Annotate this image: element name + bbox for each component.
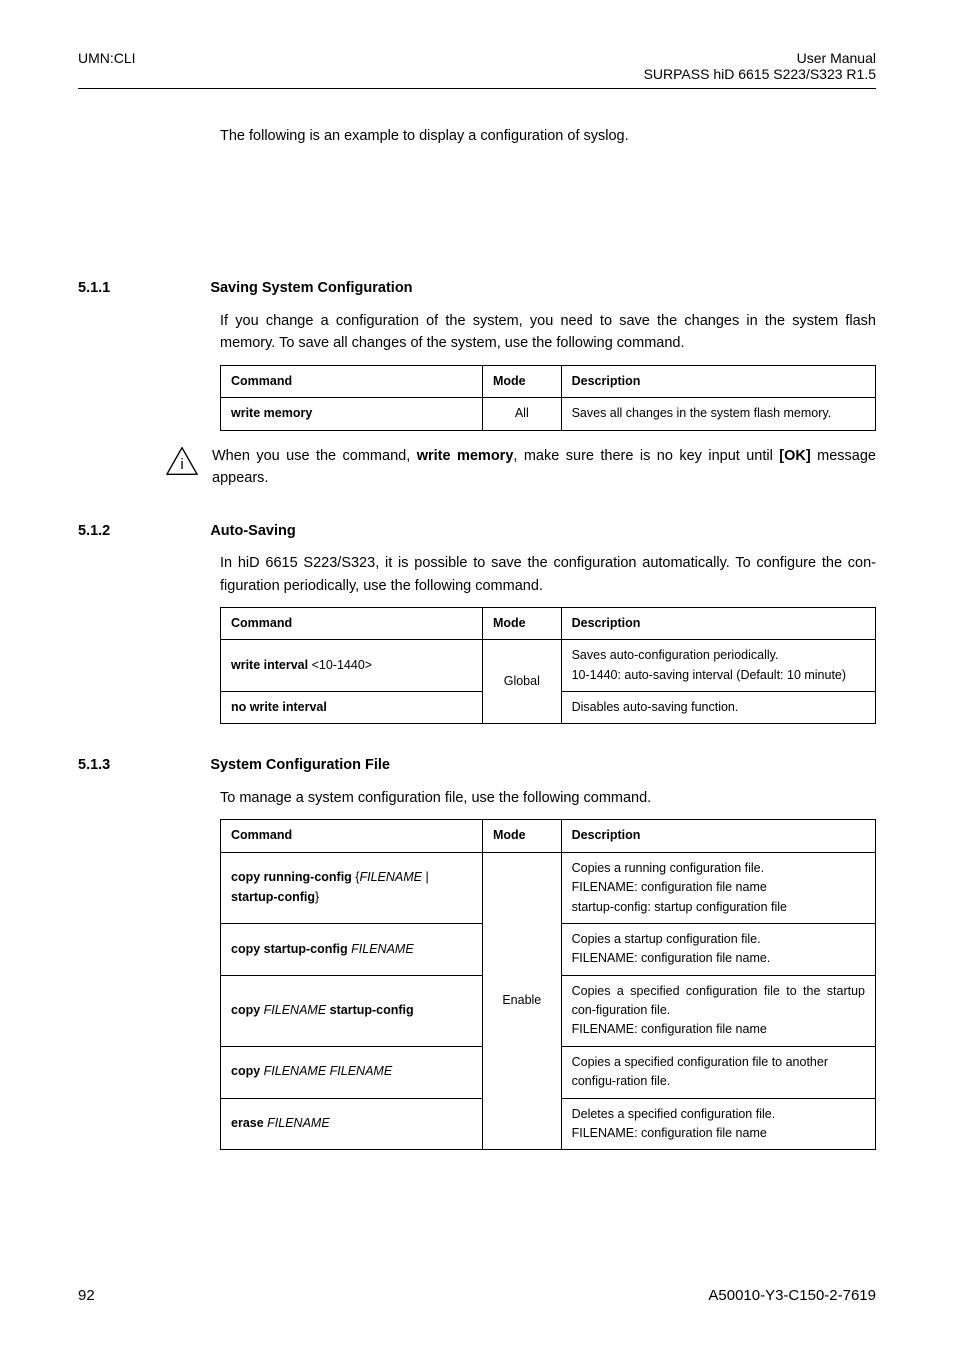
sec-save-para: If you change a configuration of the sys… <box>220 310 876 355</box>
td-cmd: copy FILENAME FILENAME <box>221 1046 483 1098</box>
r5d1: Deletes a specified configuration file. <box>572 1105 865 1124</box>
r5a: erase <box>231 1116 267 1130</box>
td-desc: Copies a specified configuration file to… <box>561 1046 875 1098</box>
note-ok: [OK] <box>779 448 810 464</box>
table-auto: Command Mode Description write interval … <box>220 607 876 725</box>
r1c: FILENAME <box>359 870 422 884</box>
table-file: Command Mode Description copy running-co… <box>220 819 876 1150</box>
sec-auto-para: In hiD 6615 S223/S323, it is possible to… <box>220 552 876 597</box>
td-desc: Saves all changes in the system flash me… <box>561 398 875 430</box>
td-mode: Global <box>483 640 562 724</box>
th-mode: Mode <box>483 607 562 639</box>
th-mode: Mode <box>483 365 562 397</box>
intro-example: The following is an example to display a… <box>220 125 876 147</box>
th-desc: Description <box>561 365 875 397</box>
cmd-b: <10-1440> <box>312 658 372 672</box>
table-save: Command Mode Description write memory Al… <box>220 365 876 431</box>
r2b: FILENAME <box>351 942 414 956</box>
note-cmd: write memory <box>417 448 514 464</box>
header-right-1: User Manual <box>644 50 876 66</box>
r3d2: FILENAME: configuration file name <box>572 1020 865 1039</box>
header-right-2: SURPASS hiD 6615 S223/S323 R1.5 <box>644 66 876 82</box>
sec-file-num: 5.1.3 <box>78 757 110 773</box>
th-desc: Description <box>561 607 875 639</box>
r4b: FILENAME FILENAME <box>264 1064 393 1078</box>
td-desc: Saves auto-configuration periodically. 1… <box>561 640 875 692</box>
td-cmd: no write interval <box>221 692 483 724</box>
r1d1: Copies a running configuration file. <box>572 859 865 878</box>
td-desc: Copies a startup configuration file. FIL… <box>561 923 875 975</box>
footer-page: 92 <box>78 1287 95 1304</box>
td-cmd: copy FILENAME startup-config <box>221 975 483 1046</box>
r2d2: FILENAME: configuration file name. <box>572 949 865 968</box>
r1a: copy running-config <box>231 870 355 884</box>
cmd-c: no write interval <box>231 700 327 714</box>
sec-save-title: Saving System Configuration <box>210 280 412 296</box>
th-command: Command <box>221 365 483 397</box>
r2d1: Copies a startup configuration file. <box>572 930 865 949</box>
th-command: Command <box>221 607 483 639</box>
sec-auto-title: Auto-Saving <box>210 523 295 539</box>
td-desc: Disables auto-saving function. <box>561 692 875 724</box>
cmd-text: write memory <box>231 406 312 420</box>
cmd-a: write interval <box>231 658 312 672</box>
td-cmd: write interval <10-1440> <box>221 640 483 692</box>
caution-icon: i <box>164 445 200 477</box>
th-mode: Mode <box>483 820 562 852</box>
td-cmd: copy startup-config FILENAME <box>221 923 483 975</box>
desc-b: 10-1440: auto-saving interval (Default: … <box>572 666 865 685</box>
r3d1: Copies a specified configuration file to… <box>572 982 865 1021</box>
th-desc: Description <box>561 820 875 852</box>
desc-a: Saves auto-configuration periodically. <box>572 646 865 665</box>
td-cmd: write memory <box>221 398 483 430</box>
r5b: FILENAME <box>267 1116 330 1130</box>
sec-save-num: 5.1.1 <box>78 280 110 296</box>
td-cmd: erase FILENAME <box>221 1098 483 1150</box>
r3b: FILENAME <box>264 1003 327 1017</box>
th-command: Command <box>221 820 483 852</box>
r4a: copy <box>231 1064 264 1078</box>
td-mode: Enable <box>483 852 562 1150</box>
td-desc: Copies a running configuration file. FIL… <box>561 852 875 923</box>
note-text: When you use the command, write memory, … <box>212 445 876 490</box>
sec-file-title: System Configuration File <box>210 757 390 773</box>
td-desc: Deletes a specified configuration file. … <box>561 1098 875 1150</box>
sec-file-para: To manage a system configuration file, u… <box>220 787 876 809</box>
sec-auto-num: 5.1.2 <box>78 523 110 539</box>
r1d3: startup-config: startup configuration fi… <box>572 898 865 917</box>
note-b: , make sure there is no key input until <box>513 448 779 464</box>
r1d2: FILENAME: configuration file name <box>572 878 865 897</box>
note-a: When you use the command, <box>212 448 417 464</box>
r5d2: FILENAME: configuration file name <box>572 1124 865 1143</box>
r3c: startup-config <box>326 1003 414 1017</box>
td-desc: Copies a specified configuration file to… <box>561 975 875 1046</box>
r1d: | <box>422 870 429 884</box>
r3a: copy <box>231 1003 264 1017</box>
r1f: } <box>315 890 319 904</box>
footer-doc: A50010-Y3-C150-2-7619 <box>708 1287 876 1304</box>
r2a: copy startup-config <box>231 942 351 956</box>
td-mode: All <box>483 398 562 430</box>
svg-text:i: i <box>180 456 183 473</box>
td-cmd: copy running-config {FILENAME | startup-… <box>221 852 483 923</box>
r1e: startup-config <box>231 890 315 904</box>
header-left: UMN:CLI <box>78 50 136 82</box>
